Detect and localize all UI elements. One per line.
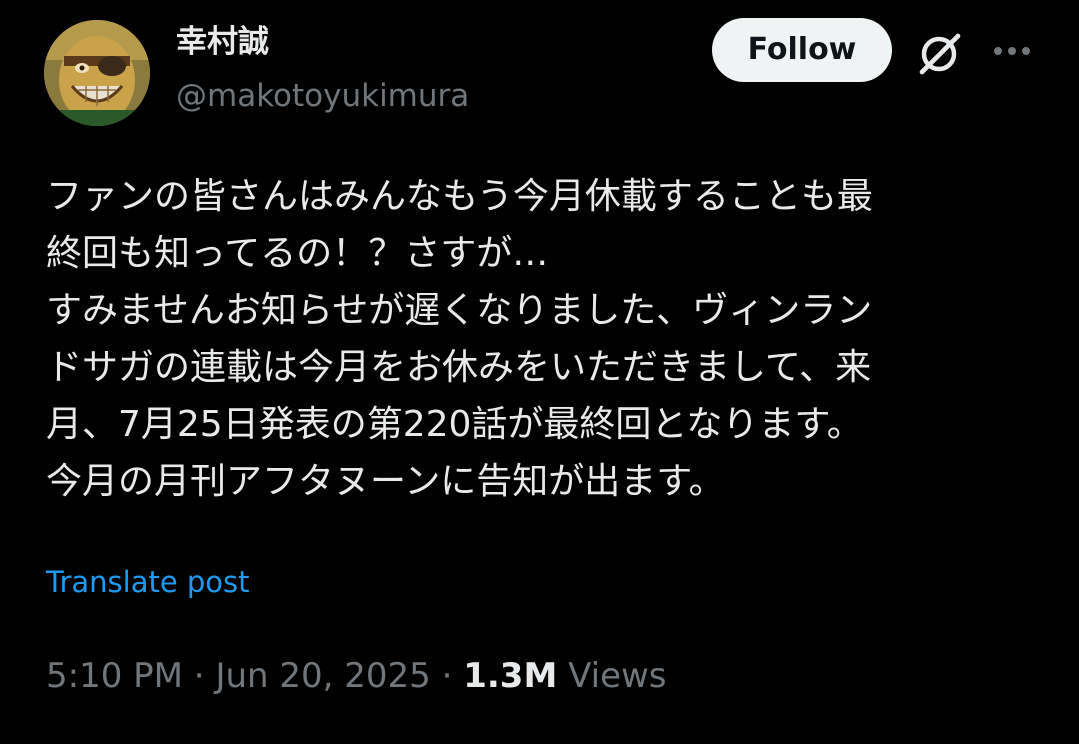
avatar[interactable]: [44, 20, 150, 126]
post-text-line: ファンの皆さんはみんなもう今月休載することも最: [46, 176, 873, 217]
post-text-line: 終回も知ってるの！？さすが…: [46, 233, 549, 274]
post-time[interactable]: 5:10 PM: [46, 656, 183, 696]
views-count: 1.3M: [463, 656, 558, 696]
more-horizontal-icon[interactable]: [990, 36, 1034, 66]
grok-icon[interactable]: [912, 26, 966, 80]
more-dots-glyph: [994, 47, 1030, 55]
translate-post-link[interactable]: Translate post: [46, 562, 250, 602]
post-text-line: すみませんお知らせが遅くなりました、ヴィンラン: [46, 290, 873, 331]
post-text: ファンの皆さんはみんなもう今月休載することも最 終回も知ってるの！？さすが… す…: [46, 168, 1046, 510]
post-text-line: 月、7月25日発表の第220話が最終回となります。: [46, 404, 863, 445]
post-text-line: 今月の月刊アフタヌーンに告知が出ます。: [46, 461, 725, 502]
post-metadata: 5:10 PM · Jun 20, 2025 · 1.3M Views: [46, 654, 667, 698]
display-name[interactable]: 幸村誠: [176, 22, 269, 62]
meta-separator: ·: [183, 656, 216, 696]
avatar-image: [44, 20, 150, 126]
user-handle[interactable]: @makotoyukimura: [176, 76, 469, 116]
meta-separator: ·: [430, 656, 464, 696]
follow-button[interactable]: Follow: [712, 18, 892, 82]
grok-icon-glyph: [919, 33, 961, 75]
post-date[interactable]: Jun 20, 2025: [215, 656, 430, 696]
views-label: Views: [557, 656, 667, 696]
post-text-line: ドサガの連載は今月をお休みをいただきまして、来: [46, 347, 872, 388]
